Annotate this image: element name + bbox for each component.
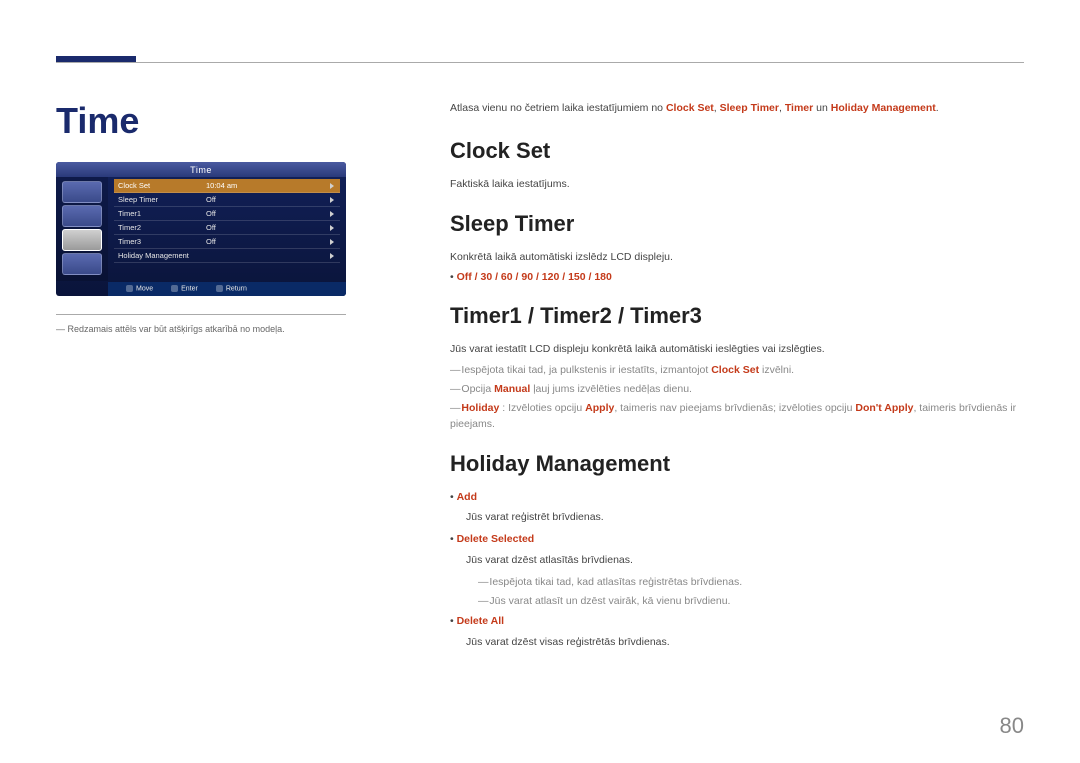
osd-row: Clock Set 10:04 am	[114, 179, 340, 193]
osd-cat-icon	[62, 181, 102, 203]
seg: Opcija	[461, 383, 494, 395]
osd-row: Sleep Timer Off	[114, 193, 340, 207]
intro-segment: un	[813, 102, 831, 114]
osd-category-icons	[56, 177, 108, 281]
seg: : Izvēloties opciju	[499, 402, 585, 414]
chevron-right-icon	[330, 197, 334, 203]
section-sleep-timer: Sleep Timer	[450, 207, 1024, 241]
intro-text: Atlasa vienu no četriem laika iestatījum…	[450, 100, 1024, 116]
chevron-right-icon	[330, 253, 334, 259]
osd-row: Holiday Management	[114, 249, 340, 263]
holiday-delete-all: Delete All	[450, 613, 1024, 629]
intro-segment: Atlasa vienu no četriem laika iestatījum…	[450, 102, 666, 114]
chevron-right-icon	[330, 211, 334, 217]
values-em: Off / 30 / 60 / 90 / 120 / 150 / 180	[457, 271, 612, 283]
del-sel-note2: Jūs varat atlasīt un dzēst vairāk, kā vi…	[478, 593, 1024, 609]
holiday-delete-selected-desc: Jūs varat dzēst atlasītās brīvdienas.	[466, 552, 1024, 568]
chevron-right-icon	[330, 183, 334, 189]
label-em: Delete All	[457, 615, 504, 627]
header-rule	[56, 62, 1024, 63]
seg: , taimeris nav pieejams brīvdienās; izvē…	[614, 402, 855, 414]
sleep-timer-desc: Konkrētā laikā automātiski izslēdz LCD d…	[450, 249, 1024, 265]
osd-row: Timer2 Off	[114, 221, 340, 235]
osd-row: Timer1 Off	[114, 207, 340, 221]
osd-row: Timer3 Off	[114, 235, 340, 249]
clock-set-desc: Faktiskā laika iestatījums.	[450, 176, 1024, 192]
osd-cat-icon	[62, 253, 102, 275]
intro-em: Timer	[785, 102, 813, 114]
disclaimer-text: Redzamais attēls var būt atšķirīgs atkar…	[68, 324, 285, 334]
osd-row-value: Off	[206, 223, 330, 232]
osd-row-label: Holiday Management	[114, 251, 206, 260]
osd-row-label: Clock Set	[114, 181, 206, 190]
holiday-delete-selected: Delete Selected	[450, 531, 1024, 547]
osd-footer-move: Move	[126, 285, 153, 292]
osd-row-value: Off	[206, 195, 330, 204]
osd-row-label: Timer1	[114, 209, 206, 218]
osd-footer: Move Enter Return	[108, 282, 346, 296]
seg: izvēlni.	[759, 364, 794, 376]
sleep-timer-values: Off / 30 / 60 / 90 / 120 / 150 / 180	[450, 269, 1024, 285]
osd-screenshot: Time Clock Set 10:04 am Sleep Timer Off	[56, 162, 346, 296]
osd-menu-list: Clock Set 10:04 am Sleep Timer Off Timer…	[108, 177, 346, 281]
dash-prefix: ―	[56, 324, 68, 334]
section-clock-set: Clock Set	[450, 134, 1024, 168]
model-disclaimer: ― Redzamais attēls var būt atšķirīgs atk…	[56, 323, 346, 336]
osd-row-value: 10:04 am	[206, 181, 330, 190]
holiday-add: Add	[450, 489, 1024, 505]
intro-em: Clock Set	[666, 102, 714, 114]
seg-em: Apply	[585, 402, 614, 414]
seg-em: Don't Apply	[855, 402, 913, 414]
page-number: 80	[1000, 713, 1024, 739]
holiday-delete-selected-notes: Iespējota tikai tad, kad atlasītas reģis…	[478, 574, 1024, 610]
seg: Iespējota tikai tad, ja pulkstenis ir ie…	[461, 364, 711, 376]
intro-em: Holiday Management	[831, 102, 936, 114]
timers-note-clockset: Iespējota tikai tad, ja pulkstenis ir ie…	[450, 362, 1024, 378]
osd-title: Time	[56, 162, 346, 177]
osd-row-label: Sleep Timer	[114, 195, 206, 204]
osd-row-value: Off	[206, 209, 330, 218]
timers-note-holiday: Holiday : Izvēloties opciju Apply, taime…	[450, 400, 1024, 433]
holiday-delete-all-desc: Jūs varat dzēst visas reģistrētās brīvdi…	[466, 634, 1024, 650]
del-sel-note1: Iespējota tikai tad, kad atlasītas reģis…	[478, 574, 1024, 590]
label-em: Delete Selected	[457, 533, 535, 545]
intro-segment: .	[936, 102, 939, 114]
label-em: Add	[457, 491, 477, 503]
timers-note-manual: Opcija Manual ļauj jums izvēlēties nedēļ…	[450, 381, 1024, 397]
osd-cat-icon	[62, 205, 102, 227]
intro-em: Sleep Timer	[720, 102, 779, 114]
seg-em: Manual	[494, 383, 530, 395]
chevron-right-icon	[330, 225, 334, 231]
seg: ļauj jums izvēlēties nedēļas dienu.	[530, 383, 692, 395]
osd-row-label: Timer2	[114, 223, 206, 232]
left-column: Time Time Clock Set 10:04 am Sleep Timer…	[56, 100, 346, 336]
holiday-add-desc: Jūs varat reģistrēt brīvdienas.	[466, 509, 1024, 525]
timers-desc: Jūs varat iestatīt LCD displeju konkrētā…	[450, 341, 1024, 357]
right-column: Atlasa vienu no četriem laika iestatījum…	[450, 100, 1024, 656]
page-title: Time	[56, 100, 346, 142]
seg-em: Holiday	[461, 402, 499, 414]
osd-cat-icon-selected	[62, 229, 102, 251]
osd-footer-return: Return	[216, 285, 247, 292]
osd-body: Clock Set 10:04 am Sleep Timer Off Timer…	[56, 177, 346, 281]
osd-footer-enter: Enter	[171, 285, 198, 292]
osd-row-value: Off	[206, 237, 330, 246]
section-holiday: Holiday Management	[450, 447, 1024, 481]
chevron-right-icon	[330, 239, 334, 245]
section-timers: Timer1 / Timer2 / Timer3	[450, 299, 1024, 333]
osd-row-label: Timer3	[114, 237, 206, 246]
left-divider	[56, 314, 346, 315]
seg-em: Clock Set	[711, 364, 759, 376]
